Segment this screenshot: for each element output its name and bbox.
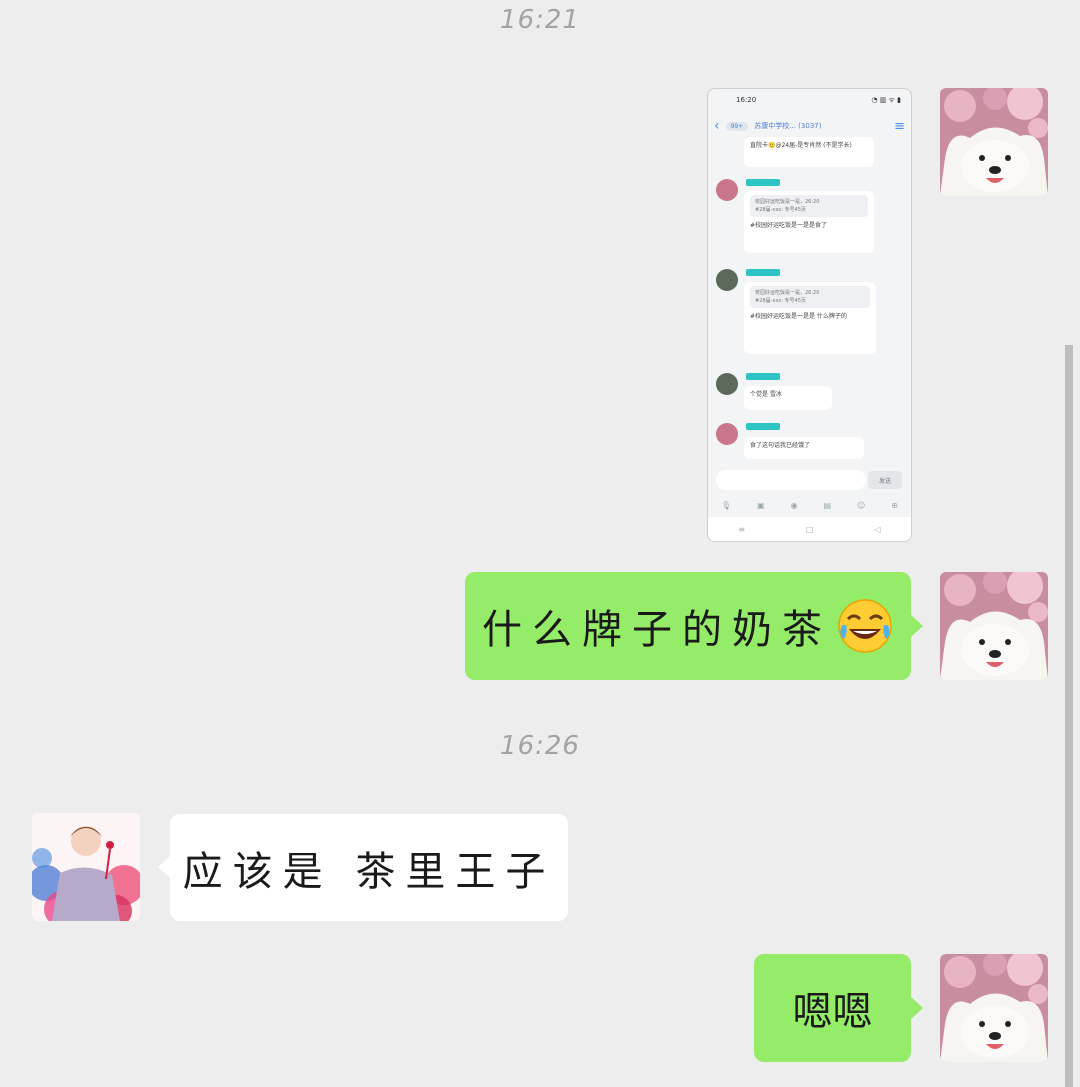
embedded-status-time: 16:20 bbox=[736, 96, 757, 104]
embedded-msg-5: 食了这句话我已经饿了 bbox=[744, 437, 864, 459]
message-bubble-self[interactable]: 什么牌子的奶茶 bbox=[465, 572, 911, 680]
embedded-member-tag bbox=[746, 373, 780, 380]
embedded-member-tag bbox=[746, 423, 780, 430]
message-bubble-self[interactable]: 嗯嗯 bbox=[754, 954, 911, 1062]
embedded-nav-home-icon: □ bbox=[805, 524, 814, 534]
embedded-avatar-dark bbox=[716, 373, 738, 395]
embedded-message-list: 直院卡🙂@24届-是专肖然 (不是学长) 校园好运吃饭是一是，26:20 #28… bbox=[708, 137, 911, 459]
embedded-status-icons: ◔ ▥ ᯤ ▮ bbox=[871, 95, 901, 104]
message-bubble-other[interactable]: 应该是 茶里王子 bbox=[170, 814, 568, 921]
embedded-toolbar: 🎙 ▣ ◉ ▤ ☺ ⊕ bbox=[708, 494, 911, 516]
embedded-plus-icon: ⊕ bbox=[891, 500, 898, 510]
embedded-msg-2: 校园好运吃饭是一是，26:20 #28届-xxx: 专号45页 #校园好运吃饭是… bbox=[744, 191, 874, 253]
bubble-tail bbox=[911, 615, 923, 637]
embedded-camera-icon: ◉ bbox=[790, 500, 798, 510]
embedded-msg-4: 个觉是 雪冰 bbox=[744, 386, 832, 410]
embedded-back-icon: ‹ bbox=[714, 118, 720, 134]
embedded-mic-icon: 🎙 bbox=[720, 500, 732, 510]
embedded-send-button: 发送 bbox=[868, 471, 902, 489]
bubble-tail bbox=[911, 997, 923, 1019]
embedded-emoji-icon: ☺ bbox=[856, 500, 866, 510]
embedded-msg-1: 直院卡🙂@24届-是专肖然 (不是学长) bbox=[744, 137, 874, 167]
self-avatar[interactable] bbox=[940, 88, 1048, 196]
contact-avatar[interactable] bbox=[32, 813, 140, 921]
embedded-menu-icon: ≡ bbox=[894, 118, 905, 134]
message-text: 嗯嗯 bbox=[792, 989, 873, 1035]
message-text: 应该是 茶里王子 bbox=[182, 848, 556, 895]
embedded-msg-2-quote: 校园好运吃饭是一是，26:20 #28届-xxx: 专号45页 bbox=[750, 195, 868, 217]
message-text: 什么牌子的奶茶 bbox=[482, 607, 832, 653]
timestamp-1: 16:21 bbox=[500, 5, 580, 35]
embedded-nav-bar: ≡ □ ◁ bbox=[708, 517, 911, 541]
embedded-input-bar bbox=[716, 470, 866, 490]
embedded-nav-back-icon: ◁ bbox=[874, 524, 881, 534]
embedded-avatar-red bbox=[716, 179, 738, 201]
embedded-file-icon: ▤ bbox=[823, 500, 832, 510]
embedded-image-icon: ▣ bbox=[757, 500, 765, 510]
scrollbar[interactable] bbox=[1065, 345, 1073, 1087]
embedded-avatar-red bbox=[716, 423, 738, 445]
self-avatar[interactable] bbox=[940, 954, 1048, 1062]
tears-of-joy-emoji-icon bbox=[836, 597, 894, 655]
embedded-msg-3-quote: 校园好运吃饭是一是，26:20 #28届-xxx: 专号45页 bbox=[750, 286, 870, 308]
embedded-group-title: 苏康中学校... (3037) bbox=[754, 122, 822, 130]
self-avatar[interactable] bbox=[940, 572, 1048, 680]
embedded-avatar-dark bbox=[716, 269, 738, 291]
embedded-member-tag bbox=[746, 269, 780, 276]
embedded-member-tag bbox=[746, 179, 780, 186]
bubble-tail bbox=[158, 856, 170, 878]
embedded-nav-menu-icon: ≡ bbox=[738, 524, 746, 534]
embedded-unread-pill: 99+ bbox=[725, 121, 749, 131]
embedded-status-bar: 16:20 ◔ ▥ ᯤ ▮ bbox=[708, 89, 911, 111]
timestamp-2: 16:26 bbox=[500, 731, 580, 761]
image-message-screenshot[interactable]: 16:20 ◔ ▥ ᯤ ▮ ‹ 99+ 苏康中学校... (3037) ≡ 直院… bbox=[707, 88, 912, 542]
embedded-msg-3: 校园好运吃饭是一是，26:20 #28届-xxx: 专号45页 #校园好运吃饭是… bbox=[744, 282, 876, 354]
